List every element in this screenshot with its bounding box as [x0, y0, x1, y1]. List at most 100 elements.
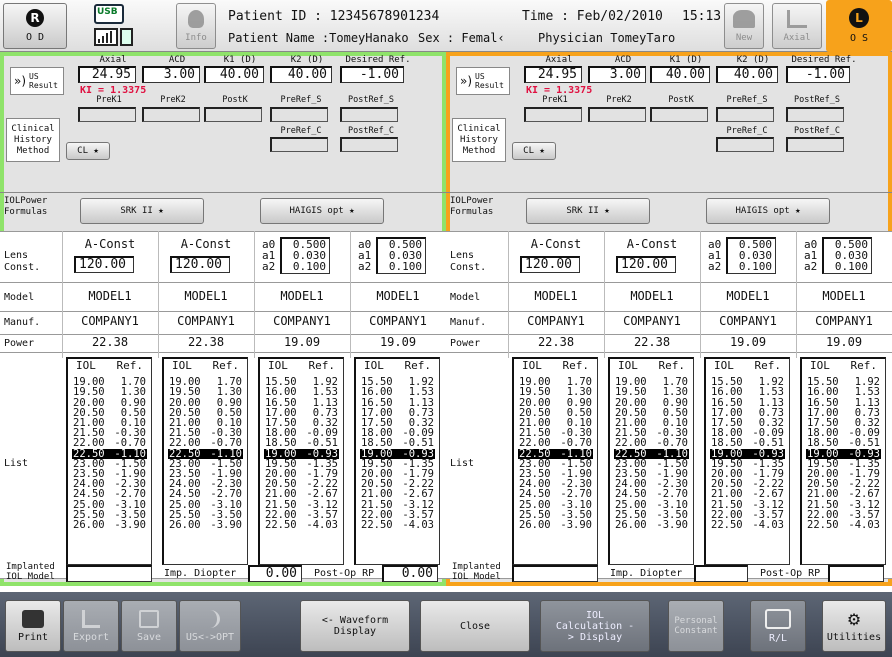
- os-button[interactable]: L O S: [826, 0, 892, 52]
- list-row[interactable]: 26.00 -3.90: [168, 520, 243, 531]
- acd-field[interactable]: 3.00: [588, 66, 646, 83]
- postk-field[interactable]: [650, 107, 708, 122]
- list-row[interactable]: 22.50 -4.03: [710, 520, 785, 531]
- prek1-field[interactable]: [524, 107, 582, 122]
- iol-power-list[interactable]: IOL Ref. 15.50 1.92 16.00 1.53 16.50 1.13 17.00 0…: [704, 357, 790, 565]
- utilities-button[interactable]: ⚙ Utilities: [822, 600, 886, 652]
- a-const-field[interactable]: 120.00: [616, 256, 676, 273]
- manuf-label: Manuf.: [4, 317, 41, 328]
- power-value: 22.38: [187, 335, 225, 349]
- new-patient-button[interactable]: New: [724, 3, 764, 49]
- print-button[interactable]: Print: [5, 600, 61, 652]
- haigis-constants-field[interactable]: 0.500 0.030 0.100: [726, 237, 776, 274]
- manufacturer: COMPANY1: [815, 314, 873, 328]
- iol-power-list[interactable]: IOL Ref. 15.50 1.92 16.00 1.53 16.50 1.13 17.00 0…: [258, 357, 344, 565]
- iol-power-list[interactable]: IOL Ref. 15.50 1.92 16.00 1.53 16.50 1.13 17.00 0…: [800, 357, 886, 565]
- iol-power-list[interactable]: IOL Ref. 19.00 1.70 19.50 1.30 20.00 0.90 20.50 0…: [512, 357, 598, 565]
- implanted-iol-model-field[interactable]: [512, 565, 598, 582]
- iol-power-list[interactable]: IOL Ref. 19.00 1.70 19.50 1.30 20.00 0.90 20.50 0…: [162, 357, 248, 565]
- acd-field[interactable]: 3.00: [142, 66, 200, 83]
- info-button[interactable]: Info: [176, 3, 216, 49]
- axial-field[interactable]: 24.95: [524, 66, 582, 83]
- k2-field[interactable]: 40.00: [270, 66, 332, 83]
- implanted-iol-model-field[interactable]: [66, 565, 152, 582]
- personal-constant-button[interactable]: Personal Constant: [668, 600, 724, 652]
- postk-field[interactable]: [204, 107, 262, 122]
- postref-s-label: PostRef_S: [793, 95, 841, 105]
- a-const-field[interactable]: 120.00: [74, 256, 134, 273]
- list-row[interactable]: 26.00 -3.90: [72, 520, 147, 531]
- prek1-label: PreK1: [96, 95, 122, 105]
- haigis-constants-field[interactable]: 0.500 0.030 0.100: [280, 237, 330, 274]
- iol-power-list[interactable]: IOL Ref. 19.00 1.70 19.50 1.30 20.00 0.90 20.50 0…: [608, 357, 694, 565]
- postref-s-field[interactable]: [786, 107, 844, 122]
- iol-power-value: 22.50: [265, 519, 297, 532]
- list-row[interactable]: 22.50 -4.03: [264, 519, 339, 532]
- prek1-field[interactable]: [78, 107, 136, 122]
- list-row[interactable]: 26.00 -3.90: [614, 519, 689, 532]
- divider: [446, 192, 892, 193]
- desired-ref-field[interactable]: -1.00: [786, 66, 850, 83]
- list-row[interactable]: 22.50 -4.03: [806, 520, 881, 531]
- desired-ref-field[interactable]: -1.00: [340, 66, 404, 83]
- k1-field[interactable]: 40.00: [650, 66, 710, 83]
- list-row[interactable]: 26.00 -3.90: [518, 520, 593, 531]
- od-button[interactable]: R O D: [3, 3, 67, 49]
- export-icon: [82, 609, 100, 628]
- formula-2-dropdown[interactable]: HAIGIS opt ★: [260, 198, 384, 224]
- postref-c-field[interactable]: [340, 137, 398, 152]
- a2-label: a2: [708, 260, 722, 273]
- iol-power-value: 26.00: [615, 519, 647, 532]
- postref-s-field[interactable]: [340, 107, 398, 122]
- rl-switch-button[interactable]: R/L: [750, 600, 806, 652]
- manufacturer: COMPANY1: [623, 314, 681, 328]
- model-name: MODEL1: [280, 289, 324, 303]
- prek2-field[interactable]: [142, 107, 200, 122]
- imp-diopter-field[interactable]: 0.00: [248, 565, 302, 582]
- desired-ref-label: Desired Ref.: [345, 55, 411, 65]
- us-result-box: ») US Result: [456, 67, 510, 95]
- cl-dropdown[interactable]: CL ★: [512, 142, 556, 160]
- us-result-label: US Result: [29, 72, 58, 90]
- list-header: IOL Ref.: [264, 360, 339, 377]
- preref-s-label: PreRef_S: [726, 95, 768, 105]
- iol-power-list[interactable]: IOL Ref. 15.50 1.92 16.00 1.53 16.50 1.13 17.00 0…: [354, 357, 440, 565]
- waveform-display-button[interactable]: <- Waveform Display: [300, 600, 410, 652]
- iol-power-list[interactable]: IOL Ref. 19.00 1.70 19.50 1.30 20.00 0.90 20.50 0…: [66, 357, 152, 565]
- row-line: [0, 311, 446, 312]
- list-header: IOL Ref.: [168, 360, 243, 377]
- formula-1-dropdown[interactable]: SRK II ★: [80, 198, 204, 224]
- us-opt-toggle-button[interactable]: US<->OPT: [179, 600, 241, 652]
- list-label: List: [450, 458, 475, 469]
- post-op-rp-field[interactable]: [828, 565, 884, 582]
- ultrasound-wave-icon: »): [460, 74, 473, 88]
- formula-1-dropdown[interactable]: SRK II ★: [526, 198, 650, 224]
- iol-calculation-display-button[interactable]: IOL Calculation -> Display: [540, 600, 650, 652]
- person-info-icon: [188, 9, 204, 28]
- a-const-field[interactable]: 120.00: [170, 256, 230, 273]
- haigis-constants-field[interactable]: 0.500 0.030 0.100: [822, 237, 872, 274]
- post-op-rp-field[interactable]: 0.00: [382, 565, 438, 582]
- imp-diopter-field[interactable]: [694, 565, 748, 582]
- k2-field[interactable]: 40.00: [716, 66, 778, 83]
- postref-c-field[interactable]: [786, 137, 844, 152]
- list-row[interactable]: 22.50 -4.03: [360, 519, 435, 532]
- cl-dropdown[interactable]: CL ★: [66, 142, 110, 160]
- preref-c-field[interactable]: [716, 137, 774, 152]
- axial-field[interactable]: 24.95: [78, 66, 136, 83]
- a-const-field[interactable]: 120.00: [520, 256, 580, 273]
- tools-icon: ⚙: [846, 609, 862, 629]
- rl-icon: [765, 608, 791, 629]
- k1-field[interactable]: 40.00: [204, 66, 264, 83]
- iol-power-value: 22.50: [361, 519, 393, 532]
- formula-2-dropdown[interactable]: HAIGIS opt ★: [706, 198, 830, 224]
- preref-c-field[interactable]: [270, 137, 328, 152]
- haigis-constants-field[interactable]: 0.500 0.030 0.100: [376, 237, 426, 274]
- preref-s-field[interactable]: [270, 107, 328, 122]
- preref-s-field[interactable]: [716, 107, 774, 122]
- close-button[interactable]: Close: [420, 600, 530, 652]
- axial-button[interactable]: Axial: [772, 3, 822, 49]
- prek2-field[interactable]: [588, 107, 646, 122]
- save-button[interactable]: Save: [121, 600, 177, 652]
- export-button[interactable]: Export: [63, 600, 119, 652]
